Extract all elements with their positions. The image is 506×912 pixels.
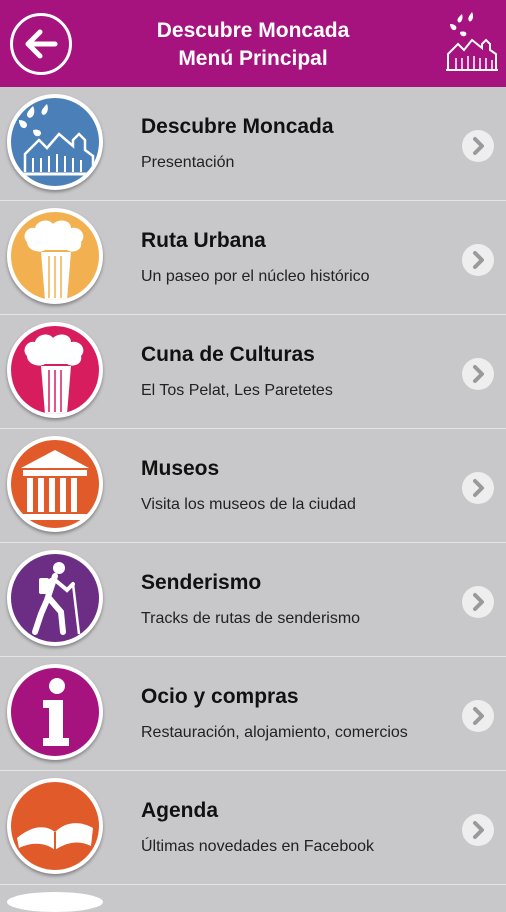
menu-item-subtitle: El Tos Pelat, Les Paretetes bbox=[141, 382, 333, 399]
menu-item-subtitle: Visita los museos de la ciudad bbox=[141, 496, 356, 513]
menu-item-ruta-urbana[interactable]: Ruta Urbana Un paseo por el núcleo histó… bbox=[0, 201, 506, 315]
museum-icon bbox=[7, 436, 103, 532]
chevron-right-icon[interactable] bbox=[462, 586, 494, 618]
menu-item-subtitle: Un paseo por el núcleo histórico bbox=[141, 268, 370, 285]
arrow-left-icon bbox=[25, 29, 58, 59]
menu-item-title: Ruta Urbana bbox=[141, 229, 266, 252]
menu-item-cuna-de-culturas[interactable]: Cuna de Culturas El Tos Pelat, Les Paret… bbox=[0, 315, 506, 429]
chevron-right-icon[interactable] bbox=[462, 472, 494, 504]
app-header: Descubre Moncada Menú Principal bbox=[0, 0, 506, 87]
title-line1: Descubre Moncada bbox=[156, 19, 350, 42]
hiker-icon bbox=[7, 550, 103, 646]
title-line2: Menú Principal bbox=[178, 47, 328, 70]
menu-item-title: Descubre Moncada bbox=[141, 115, 334, 138]
next-item-circle-partial bbox=[7, 892, 103, 912]
info-icon bbox=[7, 664, 103, 760]
menu-item-subtitle: Presentación bbox=[141, 154, 235, 171]
menu-item-subtitle: Restauración, alojamiento, comercios bbox=[141, 724, 408, 741]
menu-item-subtitle: Tracks de rutas de senderismo bbox=[141, 610, 361, 627]
menu-item-museos[interactable]: Museos Visita los museos de la ciudad bbox=[0, 429, 506, 543]
chevron-right-icon[interactable] bbox=[462, 358, 494, 390]
back-button[interactable] bbox=[10, 13, 72, 75]
menu-item-title: Agenda bbox=[141, 799, 219, 822]
menu-list: Descubre Moncada Presentación Ruta Urban… bbox=[0, 87, 506, 885]
menu-item-title: Museos bbox=[141, 457, 220, 480]
chevron-right-icon[interactable] bbox=[462, 700, 494, 732]
menu-item-senderismo[interactable]: Senderismo Tracks de rutas de senderismo bbox=[0, 543, 506, 657]
menu-item-agenda[interactable]: Agenda Últimas novedades en Facebook bbox=[0, 771, 506, 885]
chevron-right-icon[interactable] bbox=[462, 814, 494, 846]
menu-item-title: Cuna de Culturas bbox=[141, 343, 315, 366]
menu-item-title: Senderismo bbox=[141, 571, 262, 594]
church-icon bbox=[7, 94, 103, 190]
book-icon bbox=[7, 778, 103, 874]
chevron-right-icon[interactable] bbox=[462, 244, 494, 276]
menu-item-subtitle: Últimas novedades en Facebook bbox=[141, 838, 375, 855]
chevron-right-icon[interactable] bbox=[462, 130, 494, 162]
header-title: Descubre Moncada Menú Principal bbox=[110, 17, 396, 73]
menu-item-title: Ocio y compras bbox=[141, 685, 299, 708]
menu-item-ocio-y-compras[interactable]: Ocio y compras Restauración, alojamiento… bbox=[0, 657, 506, 771]
column-icon bbox=[7, 322, 103, 418]
moncada-logo-icon bbox=[438, 10, 500, 72]
column-icon bbox=[7, 208, 103, 304]
menu-item-descubre-moncada[interactable]: Descubre Moncada Presentación bbox=[0, 87, 506, 201]
